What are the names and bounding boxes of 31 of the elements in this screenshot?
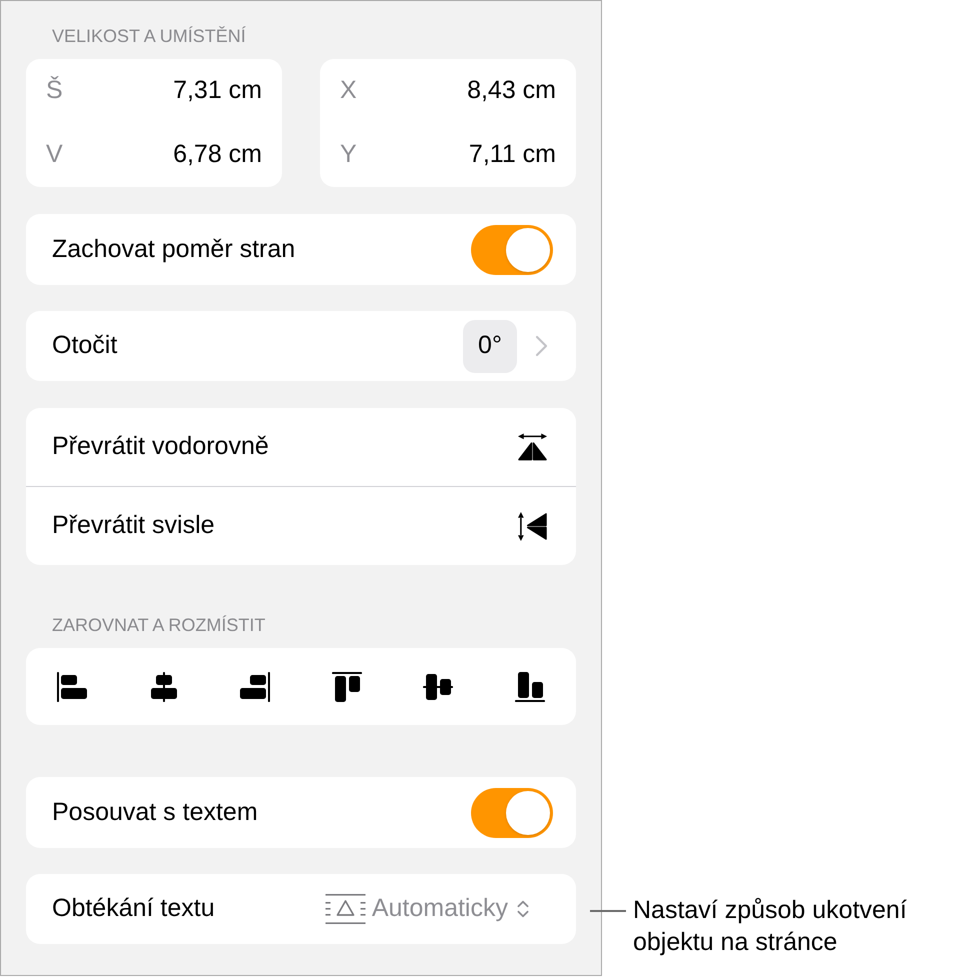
up-down-chevron-icon [516,899,530,919]
align-left-icon[interactable] [57,672,87,702]
toggle-switch[interactable] [471,788,553,838]
leader-line [590,910,626,912]
rotation-value[interactable]: 0° [463,320,517,372]
option-label: Převrátit vodorovně [52,431,269,462]
text-wrap-icon [324,894,366,924]
field-label: Š [46,75,63,106]
field-value[interactable]: 7,31 cm [173,72,262,110]
flip-horizontal-icon[interactable] [517,433,548,461]
section-header: VELIKOST A UMÍSTĚNÍ [51,25,247,48]
option-label: Převrátit svisle [52,510,215,542]
option-label: Zachovat poměr stran [52,234,296,265]
field-value[interactable]: 6,78 cm [173,136,262,174]
toggle-switch[interactable] [471,224,553,274]
field-label: X [340,75,357,106]
align-top-icon[interactable] [332,672,362,702]
section-header: ZAROVNAT A ROZMÍSTIT [51,614,266,637]
option-label: Obtékání textu [52,893,215,924]
option-label: Posouvat s textem [52,796,258,828]
align-center-icon[interactable] [148,672,179,702]
align-right-icon[interactable] [240,672,270,702]
align-middle-icon[interactable] [423,672,454,702]
callout-text: Nastaví způsob ukotvení objektu na stránce [633,895,908,958]
field-value[interactable]: 7,11 cm [468,136,556,174]
align-bottom-icon[interactable] [514,672,545,702]
field-label: V [46,139,63,170]
field-value[interactable]: 8,43 cm [467,72,556,110]
field-label: Y [340,139,357,170]
option-label: Otočit [52,330,118,362]
flip-vertical-icon[interactable] [517,512,548,540]
